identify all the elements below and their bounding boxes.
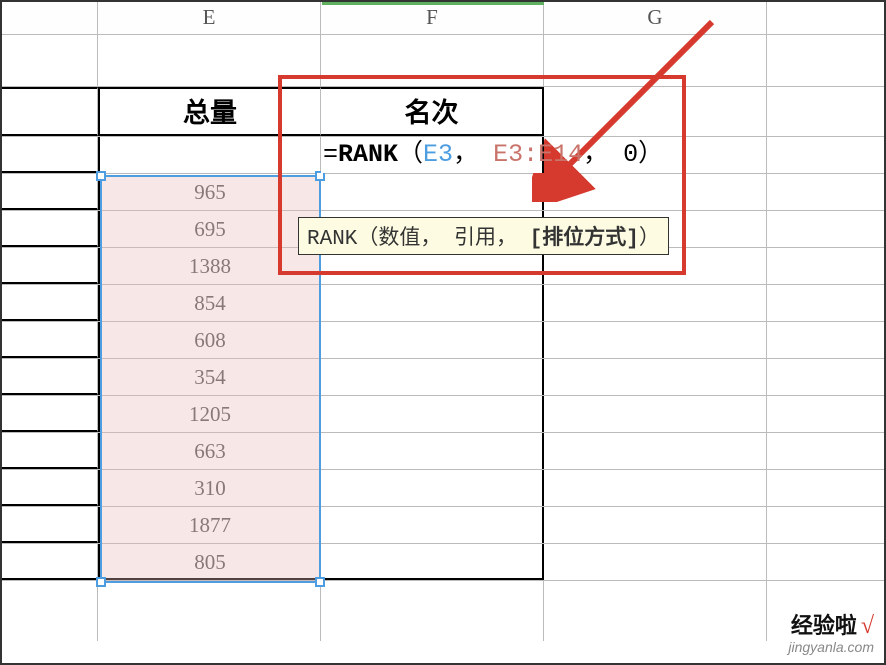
paren-open: （ [398,140,423,169]
table-row: 663 [2,433,884,470]
active-column-indicator [322,2,544,5]
formula-arg1: E3 [423,140,453,169]
watermark-url: jingyanla.com [788,639,874,655]
spreadsheet[interactable]: E F G 总量 名次 =RANK（E3， E3:E14， 0） 965 695 [2,2,884,663]
data-cell[interactable]: 663 [98,433,321,469]
table-row: 354 [2,359,884,396]
table-row: 608 [2,322,884,359]
data-cell[interactable]: 695 [98,211,321,247]
table-header-row: 总量 名次 [2,87,884,137]
column-header-row: E F G [2,2,884,35]
data-cell[interactable]: 965 [98,174,321,210]
header-rank: 名次 [321,87,544,136]
data-cell[interactable]: 805 [98,544,321,580]
table-row: 965 [2,174,884,211]
data-cell[interactable]: 310 [98,470,321,506]
table-row: 310 [2,470,884,507]
data-cell[interactable]: 854 [98,285,321,321]
blank-row [2,35,884,87]
tooltip-param: 引用 [454,228,496,251]
header-total: 总量 [98,87,321,136]
data-cell[interactable]: 354 [98,359,321,395]
tooltip-fn: RANK [307,228,357,251]
column-header-e[interactable]: E [98,2,321,34]
table-row: 854 [2,285,884,322]
table-row: 1877 [2,507,884,544]
formula-cell[interactable]: =RANK（E3， E3:E14， 0） [321,137,544,173]
watermark: 经验啦 √ jingyanla.com [788,613,874,657]
sep2: ， [583,140,608,169]
data-cell[interactable]: 1388 [98,248,321,284]
table-row: 1205 [2,396,884,433]
formula-prefix: = [323,140,338,169]
table-row: 805 [2,544,884,581]
formula-arg3: 0 [623,140,638,169]
checkmark-icon: √ [861,613,874,639]
data-cell[interactable]: 1877 [98,507,321,543]
formula-row: =RANK（E3， E3:E14， 0） [2,137,884,174]
grid[interactable]: 总量 名次 =RANK（E3， E3:E14， 0） 965 695 1388 … [2,35,884,641]
watermark-text: 经验啦 [791,614,857,638]
formula-arg2: E3:E14 [493,140,583,169]
data-cell[interactable]: 608 [98,322,321,358]
formula-fn: RANK [338,140,398,169]
column-header-f[interactable]: F [321,2,544,34]
paren-close: ） [638,140,663,169]
column-header-g[interactable]: G [544,2,767,34]
data-cell[interactable]: 1205 [98,396,321,432]
sep1: ， [453,140,478,169]
tooltip-param-active: [排位方式] [530,228,639,251]
tooltip-param: 数值 [378,228,420,251]
function-tooltip: RANK（数值， 引用， [排位方式]） [298,217,669,255]
column-header-stub [2,2,98,34]
